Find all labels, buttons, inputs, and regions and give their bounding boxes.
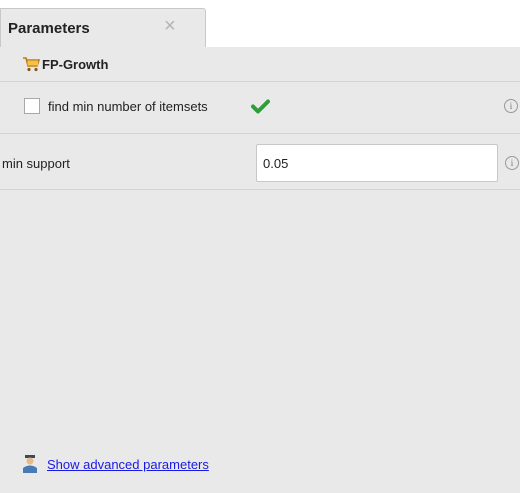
operator-header: FP-Growth: [0, 47, 520, 82]
info-icon[interactable]: i: [504, 99, 518, 113]
close-icon[interactable]: ×: [164, 16, 176, 36]
show-advanced-parameters-link[interactable]: Show advanced parameters: [47, 457, 209, 472]
shopping-cart-icon: [23, 57, 40, 72]
param-label: find min number of itemsets: [48, 99, 208, 114]
param-row-find-min-itemsets: find min number of itemsets i: [0, 82, 520, 134]
tab-title: Parameters: [8, 20, 90, 37]
info-icon[interactable]: i: [505, 156, 519, 170]
operator-name: FP-Growth: [42, 57, 109, 72]
param-label: min support: [2, 156, 70, 171]
user-icon: [23, 455, 37, 473]
check-icon: [251, 99, 270, 114]
parameters-panel: FP-Growth find min number of itemsets i …: [0, 47, 520, 493]
param-row-min-support: min support i: [0, 134, 520, 190]
min-support-input[interactable]: [256, 144, 498, 182]
tab-bar: Parameters ×: [0, 0, 520, 48]
find-min-itemsets-checkbox[interactable]: [24, 98, 40, 114]
tab-parameters[interactable]: Parameters ×: [0, 8, 206, 48]
